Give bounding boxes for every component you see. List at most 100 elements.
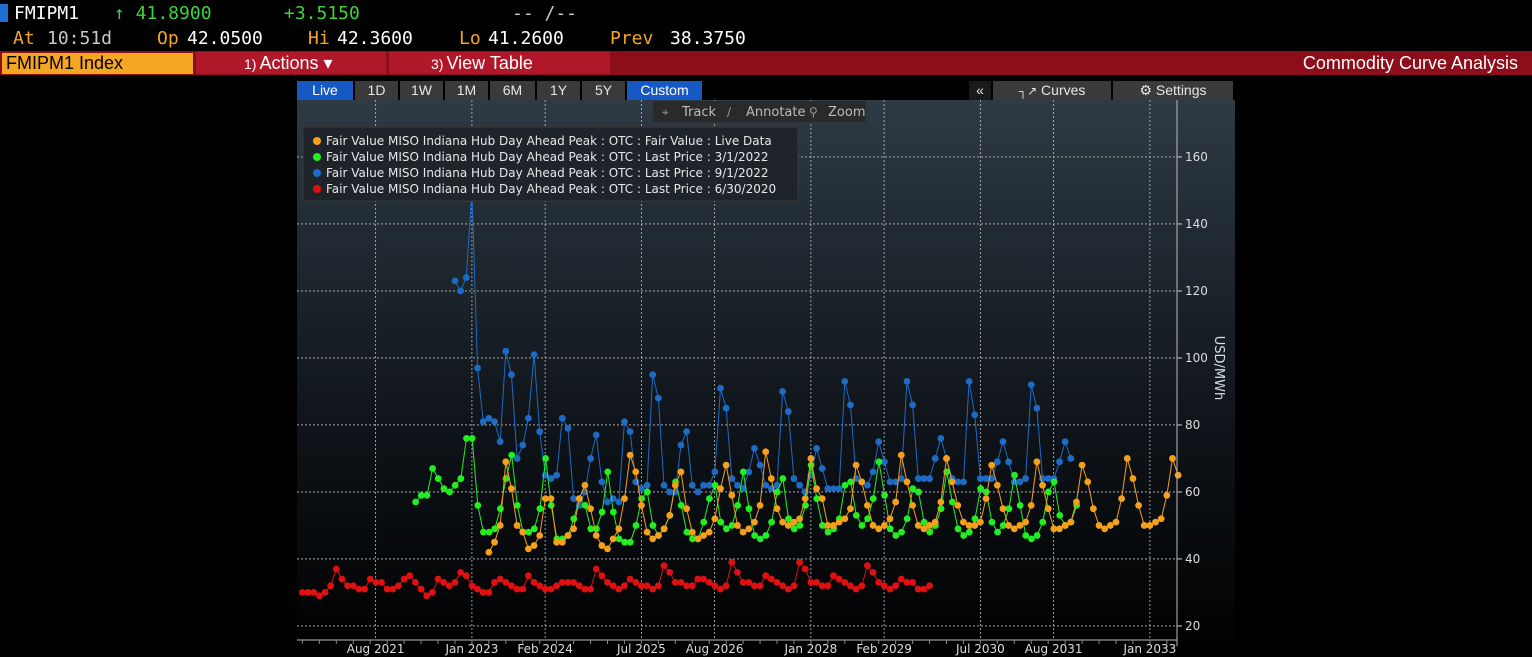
data-point <box>1027 381 1035 389</box>
data-point <box>349 582 357 590</box>
legend-item-2022-03[interactable]: Fair Value MISO Indiana Hub Day Ahead Pe… <box>313 150 769 164</box>
legend-item-2020-06[interactable]: Fair Value MISO Indiana Hub Day Ahead Pe… <box>313 182 776 196</box>
data-point <box>677 441 685 449</box>
collapse-panel-button[interactable]: « <box>969 81 991 100</box>
range-custom-button[interactable]: Custom <box>627 81 702 100</box>
data-point <box>598 508 606 516</box>
data-point <box>671 481 679 489</box>
data-point <box>976 518 984 526</box>
data-point <box>609 508 617 516</box>
curve-chart[interactable]: 20 40 60 80 100 120 140 160 Aug 2021 Jan 2023 Feb… <box>297 100 1235 657</box>
data-point <box>508 451 516 459</box>
data-point <box>960 478 967 486</box>
data-point <box>1005 505 1013 513</box>
zoom-label: Zoom <box>828 105 865 120</box>
data-point <box>717 585 724 593</box>
view-table-number: 3) <box>431 56 444 72</box>
data-point <box>863 501 871 509</box>
data-point <box>1123 455 1131 462</box>
data-point <box>892 532 900 539</box>
data-point <box>796 515 803 523</box>
security-field[interactable]: FMIPM1 Index <box>2 53 193 74</box>
legend-item-2022-09[interactable]: Fair Value MISO Indiana Hub Day Ahead Pe… <box>313 166 769 180</box>
data-point <box>496 522 504 529</box>
data-point <box>751 532 759 539</box>
settings-button[interactable]: ⚙ Settings <box>1113 81 1233 100</box>
data-point <box>638 501 645 509</box>
data-point <box>468 582 476 590</box>
data-point <box>1005 522 1013 529</box>
data-point <box>965 378 973 385</box>
data-point <box>694 535 702 543</box>
data-point <box>745 579 753 586</box>
data-point <box>768 518 775 526</box>
x-tick-label: Jul 2025 <box>616 642 666 656</box>
data-point <box>525 545 532 553</box>
function-title: Commodity Curve Analysis <box>1302 53 1518 73</box>
zoom-button[interactable]: ⚲ Zoom <box>809 105 865 120</box>
range-1y-button[interactable]: 1Y <box>537 81 580 100</box>
data-point <box>688 481 696 489</box>
data-point <box>592 532 600 539</box>
data-point <box>649 371 657 379</box>
data-point <box>999 438 1007 446</box>
data-point <box>683 428 691 436</box>
data-point <box>536 428 544 436</box>
data-point <box>395 582 402 590</box>
range-live-button[interactable]: Live <box>297 81 353 100</box>
data-point <box>779 388 787 395</box>
data-point <box>739 528 747 536</box>
data-point <box>711 515 719 523</box>
data-point <box>491 538 498 546</box>
data-point <box>1089 505 1097 513</box>
data-point <box>451 481 459 489</box>
data-point <box>1135 501 1142 509</box>
data-point <box>1044 505 1052 513</box>
data-point <box>575 495 583 503</box>
data-point <box>767 575 775 583</box>
legend-item-live[interactable]: Fair Value MISO Indiana Hub Day Ahead Pe… <box>313 134 772 148</box>
data-point <box>429 465 436 472</box>
data-point <box>649 585 657 593</box>
at-value: 10:51d <box>47 28 113 49</box>
data-point <box>1016 501 1024 509</box>
actions-menu-button[interactable]: 1) Actions ▾ <box>196 52 386 74</box>
data-point <box>722 404 730 412</box>
data-point <box>858 582 866 590</box>
range-6m-button[interactable]: 6M <box>490 81 535 100</box>
y-tick-label: 140 <box>1185 217 1208 231</box>
data-point <box>717 485 724 492</box>
range-5y-button[interactable]: 5Y <box>582 81 625 100</box>
data-point <box>592 565 600 573</box>
data-point <box>547 495 555 503</box>
data-point <box>485 528 493 536</box>
data-point <box>604 498 611 506</box>
data-point <box>807 461 815 469</box>
legend-marker-orange <box>313 137 321 145</box>
data-point <box>530 579 538 586</box>
data-point <box>909 579 916 586</box>
x-tick-label: Jan 2033 <box>1122 642 1176 656</box>
data-point <box>519 528 527 536</box>
range-1m-button[interactable]: 1M <box>445 81 488 100</box>
data-point <box>824 582 832 590</box>
data-point <box>615 525 623 533</box>
data-point <box>643 481 651 489</box>
chart-svg[interactable]: 20 40 60 80 100 120 140 160 Aug 2021 Jan 2023 Feb… <box>297 100 1235 657</box>
data-point <box>677 468 685 476</box>
data-point <box>790 582 798 590</box>
range-1d-button[interactable]: 1D <box>355 81 398 100</box>
net-change: +3.5150 <box>284 3 360 24</box>
data-point <box>756 501 764 509</box>
data-point <box>1016 478 1024 486</box>
ticker-symbol[interactable]: FMIPM1 <box>14 3 79 24</box>
range-1w-button[interactable]: 1W <box>400 81 443 100</box>
function-bar: FMIPM1 Index 1) Actions ▾ 3) View Table Co… <box>0 51 1532 75</box>
view-table-button[interactable]: 3) View Table <box>389 52 610 74</box>
data-point <box>536 582 544 590</box>
data-point <box>1011 471 1018 479</box>
data-point <box>954 501 962 509</box>
data-point <box>570 525 578 533</box>
magnifier-icon: ⚲ <box>809 105 818 119</box>
curves-button[interactable]: ┐↗ Curves <box>993 81 1111 100</box>
